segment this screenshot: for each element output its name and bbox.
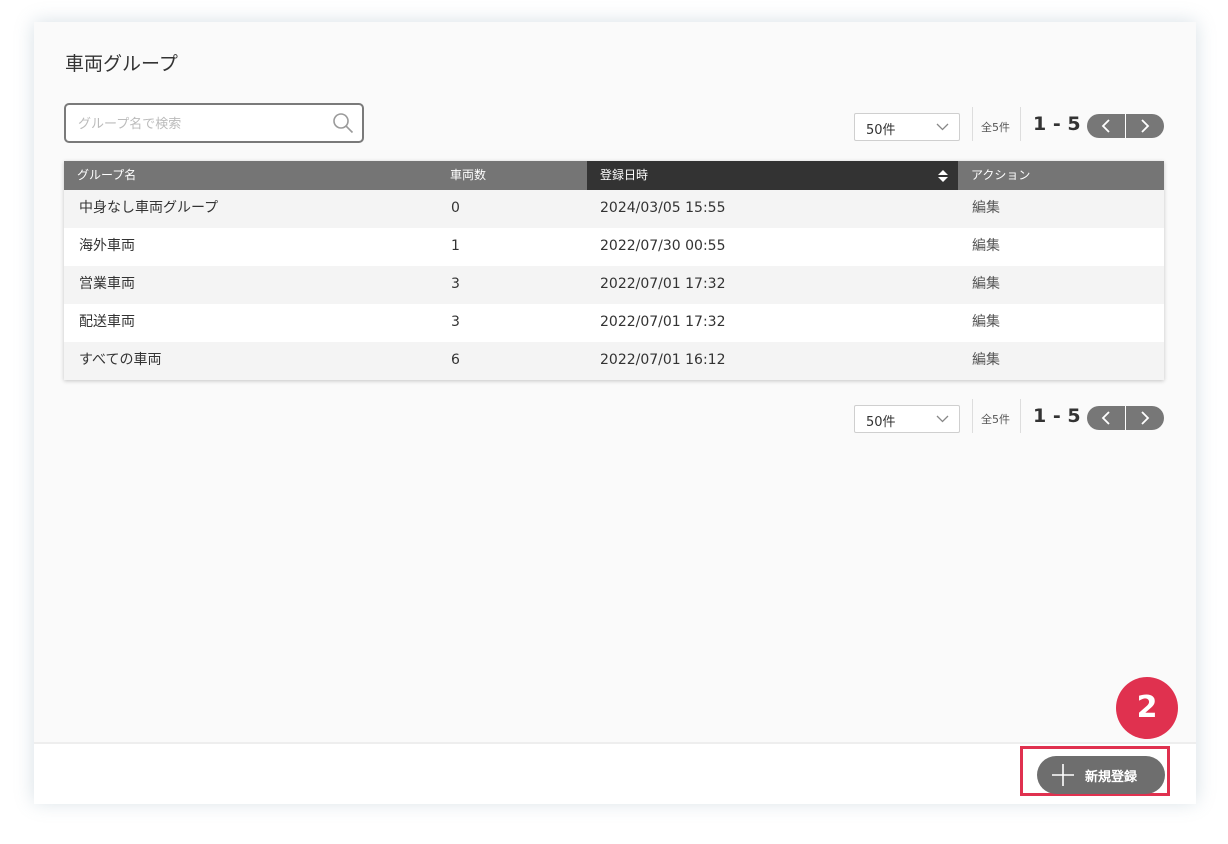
- column-header-action: アクション: [971, 168, 1031, 182]
- cell-group-name: 海外車両: [79, 238, 135, 254]
- total-count: 全5件: [981, 121, 1010, 134]
- cell-vehicle-count: 3: [451, 276, 460, 292]
- chevron-left-icon: [1101, 411, 1110, 425]
- next-page-button[interactable]: [1126, 114, 1164, 138]
- cell-vehicle-count: 1: [451, 238, 460, 254]
- table-header: グループ名 車両数 登録日時 アクション: [64, 161, 1164, 190]
- chevron-down-icon: [936, 123, 949, 131]
- column-header-registered-date[interactable]: 登録日時: [587, 161, 958, 190]
- highlight-box: 新規登録: [1020, 746, 1170, 796]
- chevron-left-icon: [1101, 119, 1110, 133]
- footer-bar: 新規登録: [34, 742, 1196, 804]
- cell-vehicle-count: 6: [451, 352, 460, 368]
- content-card: 車両グループ 50件 全5件 1 - 5: [34, 22, 1196, 804]
- page-nav: [1087, 406, 1164, 430]
- prev-page-button[interactable]: [1087, 114, 1125, 138]
- search-input[interactable]: [76, 105, 330, 143]
- pagination-top: 50件 全5件 1 - 5: [854, 107, 1164, 141]
- search-box[interactable]: [64, 103, 364, 143]
- chevron-down-icon: [936, 415, 949, 423]
- vehicle-group-table: グループ名 車両数 登録日時 アクション 中身なし車両グループ 0 2024/0…: [64, 161, 1164, 380]
- edit-link[interactable]: 編集: [972, 190, 1000, 228]
- page-range: 1 - 5: [1033, 113, 1081, 135]
- cell-registered-date: 2022/07/01 17:32: [600, 276, 726, 292]
- column-header-label: 登録日時: [600, 168, 649, 182]
- table-row[interactable]: 配送車両 3 2022/07/01 17:32 編集: [64, 304, 1164, 342]
- cell-group-name: すべての車両: [79, 352, 162, 368]
- plus-icon: [1052, 764, 1074, 786]
- divider: [972, 107, 973, 141]
- step-badge: 2: [1116, 677, 1178, 739]
- chevron-right-icon: [1141, 411, 1150, 425]
- cell-registered-date: 2022/07/30 00:55: [600, 238, 726, 254]
- column-header-group-name[interactable]: グループ名: [64, 161, 450, 190]
- per-page-value: 50件: [866, 415, 896, 430]
- edit-link[interactable]: 編集: [972, 266, 1000, 304]
- per-page-select[interactable]: 50件: [854, 405, 960, 433]
- column-header-vehicle-count[interactable]: 車両数: [437, 161, 587, 190]
- table-row[interactable]: 営業車両 3 2022/07/01 17:32 編集: [64, 266, 1164, 304]
- cell-vehicle-count: 0: [451, 200, 460, 216]
- edit-link[interactable]: 編集: [972, 304, 1000, 342]
- sort-icon: [938, 170, 948, 182]
- chevron-right-icon: [1141, 119, 1150, 133]
- per-page-value: 50件: [866, 123, 896, 138]
- divider: [1020, 107, 1021, 141]
- cell-group-name: 中身なし車両グループ: [79, 200, 219, 216]
- cell-vehicle-count: 3: [451, 314, 460, 330]
- edit-link[interactable]: 編集: [972, 342, 1000, 380]
- cell-registered-date: 2022/07/01 17:32: [600, 314, 726, 330]
- total-count: 全5件: [981, 413, 1010, 426]
- cell-group-name: 配送車両: [79, 314, 135, 330]
- per-page-select[interactable]: 50件: [854, 113, 960, 141]
- page-title: 車両グループ: [65, 53, 178, 75]
- divider: [972, 399, 973, 433]
- divider: [1020, 399, 1021, 433]
- prev-page-button[interactable]: [1087, 406, 1125, 430]
- pagination-bottom: 50件 全5件 1 - 5: [854, 399, 1164, 433]
- page-nav: [1087, 114, 1164, 138]
- cell-registered-date: 2022/07/01 16:12: [600, 352, 726, 368]
- cell-group-name: 営業車両: [79, 276, 135, 292]
- edit-link[interactable]: 編集: [972, 228, 1000, 266]
- page-range: 1 - 5: [1033, 405, 1081, 427]
- cell-registered-date: 2024/03/05 15:55: [600, 200, 726, 216]
- new-register-button[interactable]: 新規登録: [1037, 756, 1165, 794]
- table-row[interactable]: 中身なし車両グループ 0 2024/03/05 15:55 編集: [64, 190, 1164, 228]
- table-row[interactable]: すべての車両 6 2022/07/01 16:12 編集: [64, 342, 1164, 380]
- search-icon[interactable]: [332, 112, 354, 134]
- new-register-label: 新規登録: [1085, 770, 1138, 785]
- next-page-button[interactable]: [1126, 406, 1164, 430]
- table-row[interactable]: 海外車両 1 2022/07/30 00:55 編集: [64, 228, 1164, 266]
